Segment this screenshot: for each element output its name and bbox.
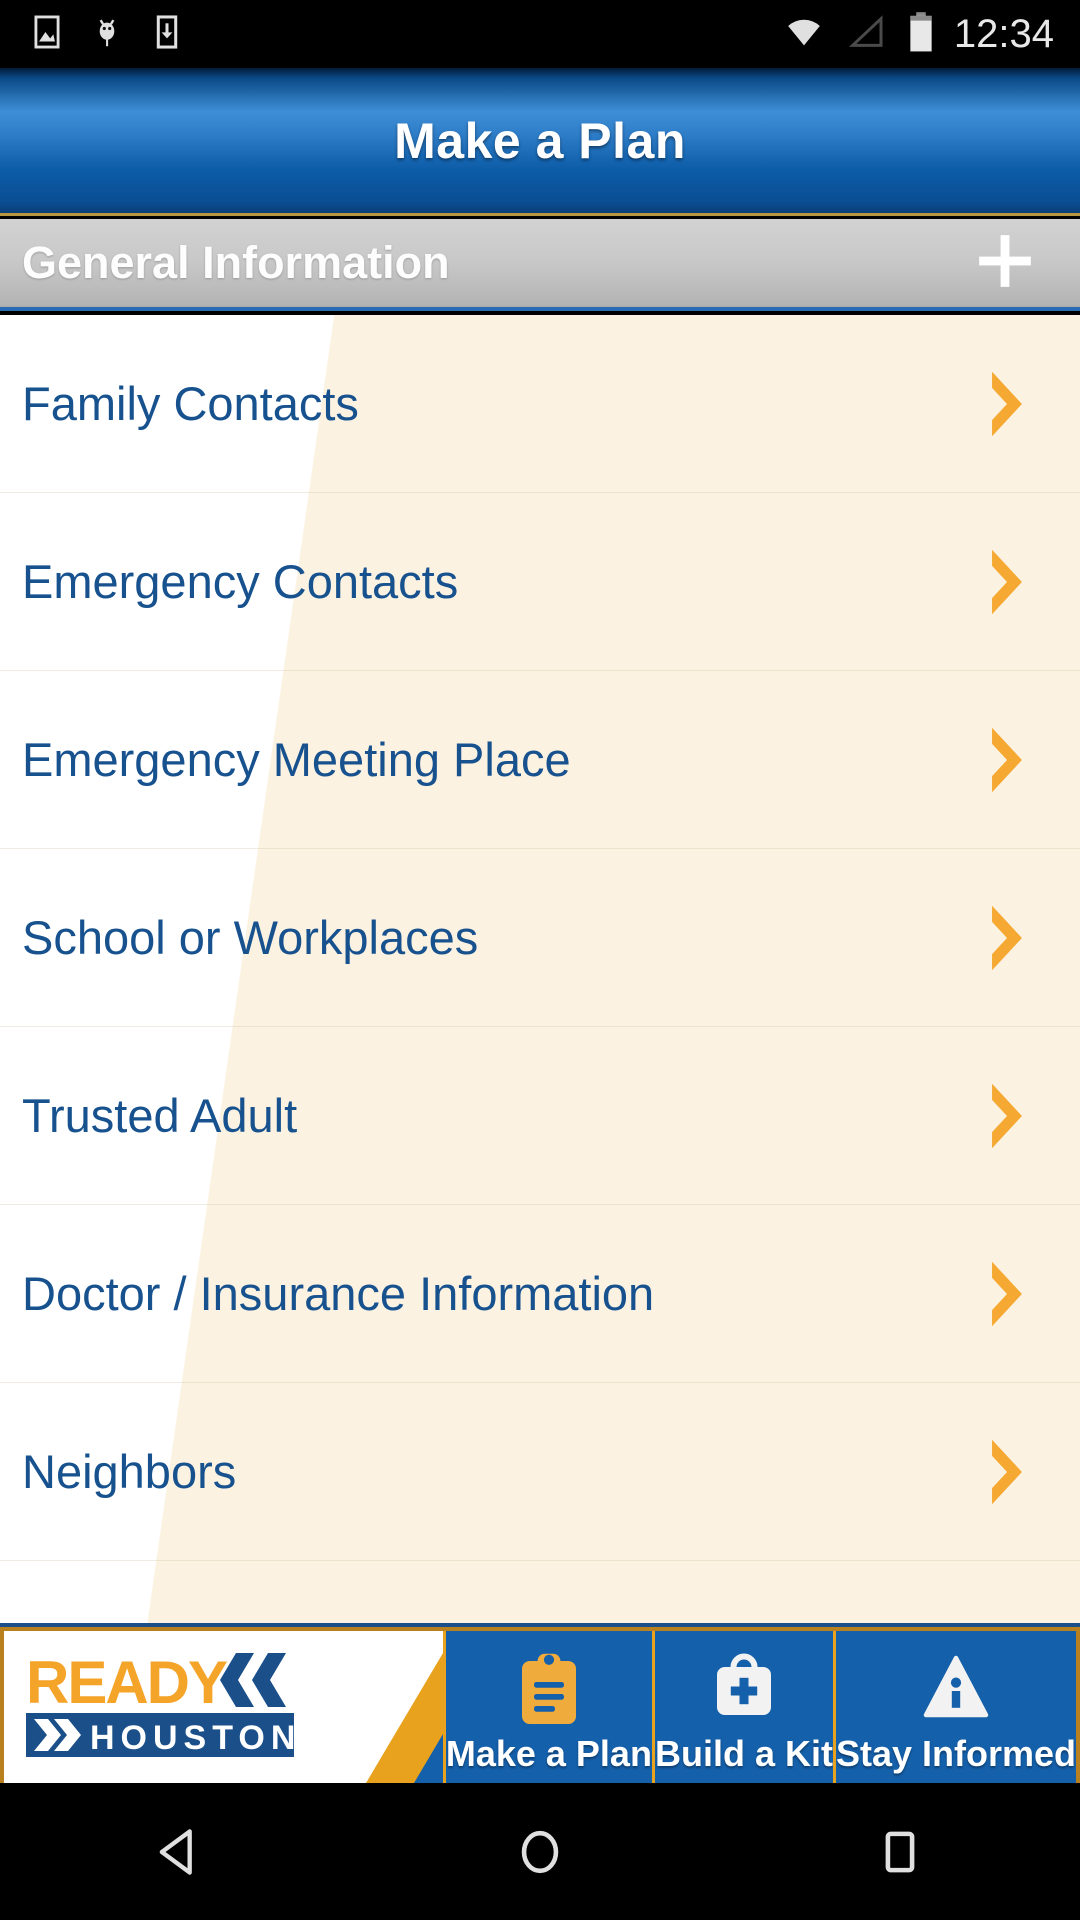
chevron-right-icon	[984, 725, 1080, 795]
list-item-label: Emergency Meeting Place	[22, 733, 571, 786]
chevron-right-icon	[984, 369, 1080, 439]
ready-houston-logo-graphic: READY HOUSTON	[4, 1631, 443, 1783]
list-item-label: School or Workplaces	[22, 911, 479, 964]
section-title: General Information	[22, 237, 450, 288]
logo-word-ready: READY	[26, 1649, 228, 1716]
list-item[interactable]: School or Workplaces	[0, 849, 1080, 1027]
chevron-right-icon	[984, 1437, 1080, 1507]
status-bar-left-icons	[0, 13, 186, 56]
chevron-right-icon	[984, 903, 1080, 973]
tab-label: Build a Kit	[654, 1733, 833, 1774]
bottom-tab-bar: READY HOUSTON Make a Plan Build a Kit St…	[0, 1623, 1080, 1783]
tab-make-a-plan[interactable]: Make a Plan	[442, 1631, 652, 1783]
cell-signal-icon	[844, 12, 888, 57]
list-item[interactable]: Doctor / Insurance Information	[0, 1205, 1080, 1383]
android-bug-icon	[88, 13, 126, 56]
section-header-general-information[interactable]: General Information	[0, 219, 1080, 311]
tab-bar-tabs: READY HOUSTON Make a Plan Build a Kit St…	[4, 1631, 1076, 1783]
wifi-icon	[782, 12, 826, 57]
list-item[interactable]: Family Contacts	[0, 315, 1080, 493]
list-item-label: Family Contacts	[22, 377, 359, 430]
general-information-list: Family Contacts Emergency Contacts Emerg…	[0, 315, 1080, 1623]
ready-houston-logo[interactable]: READY HOUSTON	[4, 1631, 443, 1783]
status-bar: 12:34	[0, 0, 1080, 68]
chevron-right-icon	[984, 1259, 1080, 1329]
chevron-right-icon	[984, 547, 1080, 617]
image-icon	[28, 13, 66, 56]
tab-label: Make a Plan	[445, 1733, 652, 1774]
app-header: Make a Plan	[0, 68, 1080, 216]
info-triangle-icon	[920, 1645, 992, 1731]
list-item[interactable]: Emergency Meeting Place	[0, 671, 1080, 849]
chevron-right-icon	[984, 1081, 1080, 1151]
list-item-label: Doctor / Insurance Information	[22, 1267, 655, 1320]
list-container: Family Contacts Emergency Contacts Emerg…	[0, 315, 1080, 1561]
android-navigation-bar	[0, 1783, 1080, 1920]
status-bar-clock: 12:34	[953, 11, 1054, 56]
clipboard-icon	[513, 1645, 585, 1731]
tab-stay-informed[interactable]: Stay Informed	[832, 1631, 1076, 1783]
list-item[interactable]: Trusted Adult	[0, 1027, 1080, 1205]
list-item-label: Emergency Contacts	[22, 555, 459, 608]
first-aid-kit-icon	[708, 1645, 780, 1731]
plus-icon	[972, 228, 1038, 299]
back-triangle-icon[interactable]	[100, 1783, 260, 1920]
logo-word-houston: HOUSTON	[90, 1719, 301, 1757]
home-circle-icon[interactable]	[460, 1783, 620, 1920]
status-bar-right-icons: 12:34	[782, 10, 1080, 59]
list-item-label: Trusted Adult	[22, 1089, 298, 1142]
download-icon	[148, 13, 186, 56]
recents-square-icon[interactable]	[820, 1783, 980, 1920]
add-button[interactable]	[972, 228, 1080, 299]
list-item[interactable]: Neighbors	[0, 1383, 1080, 1561]
tab-label: Stay Informed	[835, 1733, 1076, 1774]
list-item-label: Neighbors	[22, 1445, 237, 1498]
tab-build-a-kit[interactable]: Build a Kit	[651, 1631, 833, 1783]
page-title: Make a Plan	[394, 112, 686, 169]
list-item[interactable]: Emergency Contacts	[0, 493, 1080, 671]
battery-icon	[906, 10, 936, 59]
